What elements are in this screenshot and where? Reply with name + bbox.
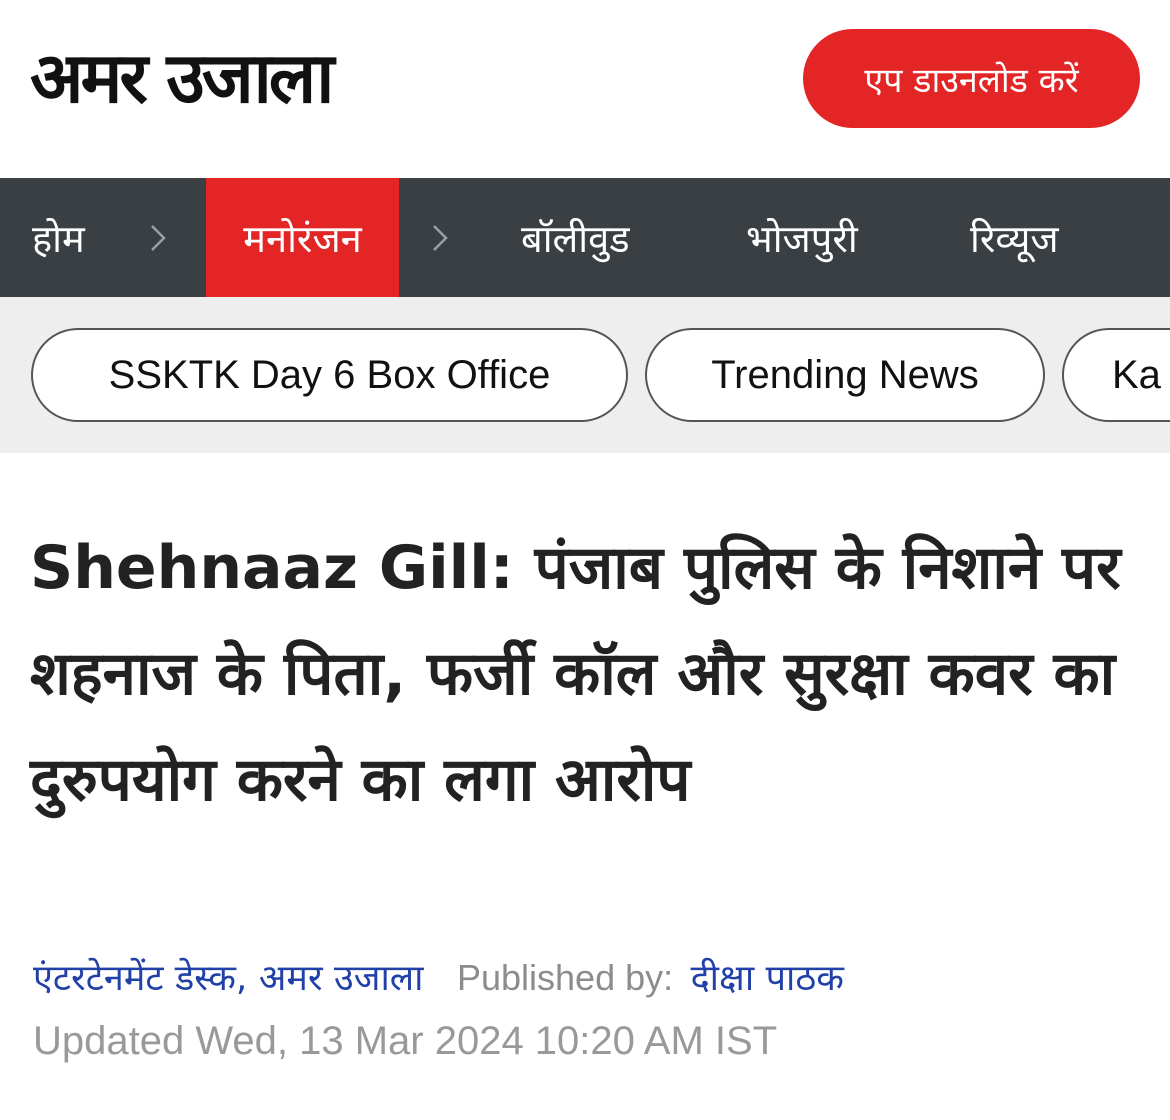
- published-by-label: Published by:: [456, 957, 674, 998]
- breadcrumb-nav: होम मनोरंजन बॉलीवुड भोजपुरी रिव्यूज: [0, 178, 1170, 297]
- nav-item-bollywood[interactable]: बॉलीवुड: [521, 178, 630, 297]
- nav-item-home[interactable]: होम: [32, 178, 85, 297]
- chip-partial[interactable]: Ka: [1062, 328, 1170, 422]
- site-header: अमर उजाला एप डाउनलोड करें: [0, 0, 1170, 178]
- desk-link[interactable]: एंटरटेनमेंट डेस्क, अमर उजाला: [33, 958, 424, 999]
- app-download-button[interactable]: एप डाउनलोड करें: [803, 29, 1140, 128]
- nav-item-bhojpuri[interactable]: भोजपुरी: [746, 178, 858, 297]
- nav-item-reviews[interactable]: रिव्यूज: [970, 178, 1059, 297]
- article-byline: एंटरटेनमेंट डेस्क, अमर उजाला Published b…: [33, 952, 844, 1001]
- chip-sstk-box-office[interactable]: SSKTK Day 6 Box Office: [31, 328, 628, 422]
- nav-item-entertainment[interactable]: मनोरंजन: [206, 178, 399, 297]
- site-logo[interactable]: अमर उजाला: [30, 38, 334, 118]
- chevron-right-icon: [150, 178, 166, 297]
- author-link[interactable]: दीक्षा पाठक: [691, 958, 844, 999]
- chevron-right-icon: [432, 178, 448, 297]
- article-headline: Shehnaaz Gill: पंजाब पुलिस के निशाने पर …: [30, 533, 1121, 815]
- chip-trending-news[interactable]: Trending News: [645, 328, 1045, 422]
- updated-timestamp: Updated Wed, 13 Mar 2024 10:20 AM IST: [33, 1019, 778, 1063]
- trending-chips-bar: SSKTK Day 6 Box Office Trending News Ka: [0, 297, 1170, 453]
